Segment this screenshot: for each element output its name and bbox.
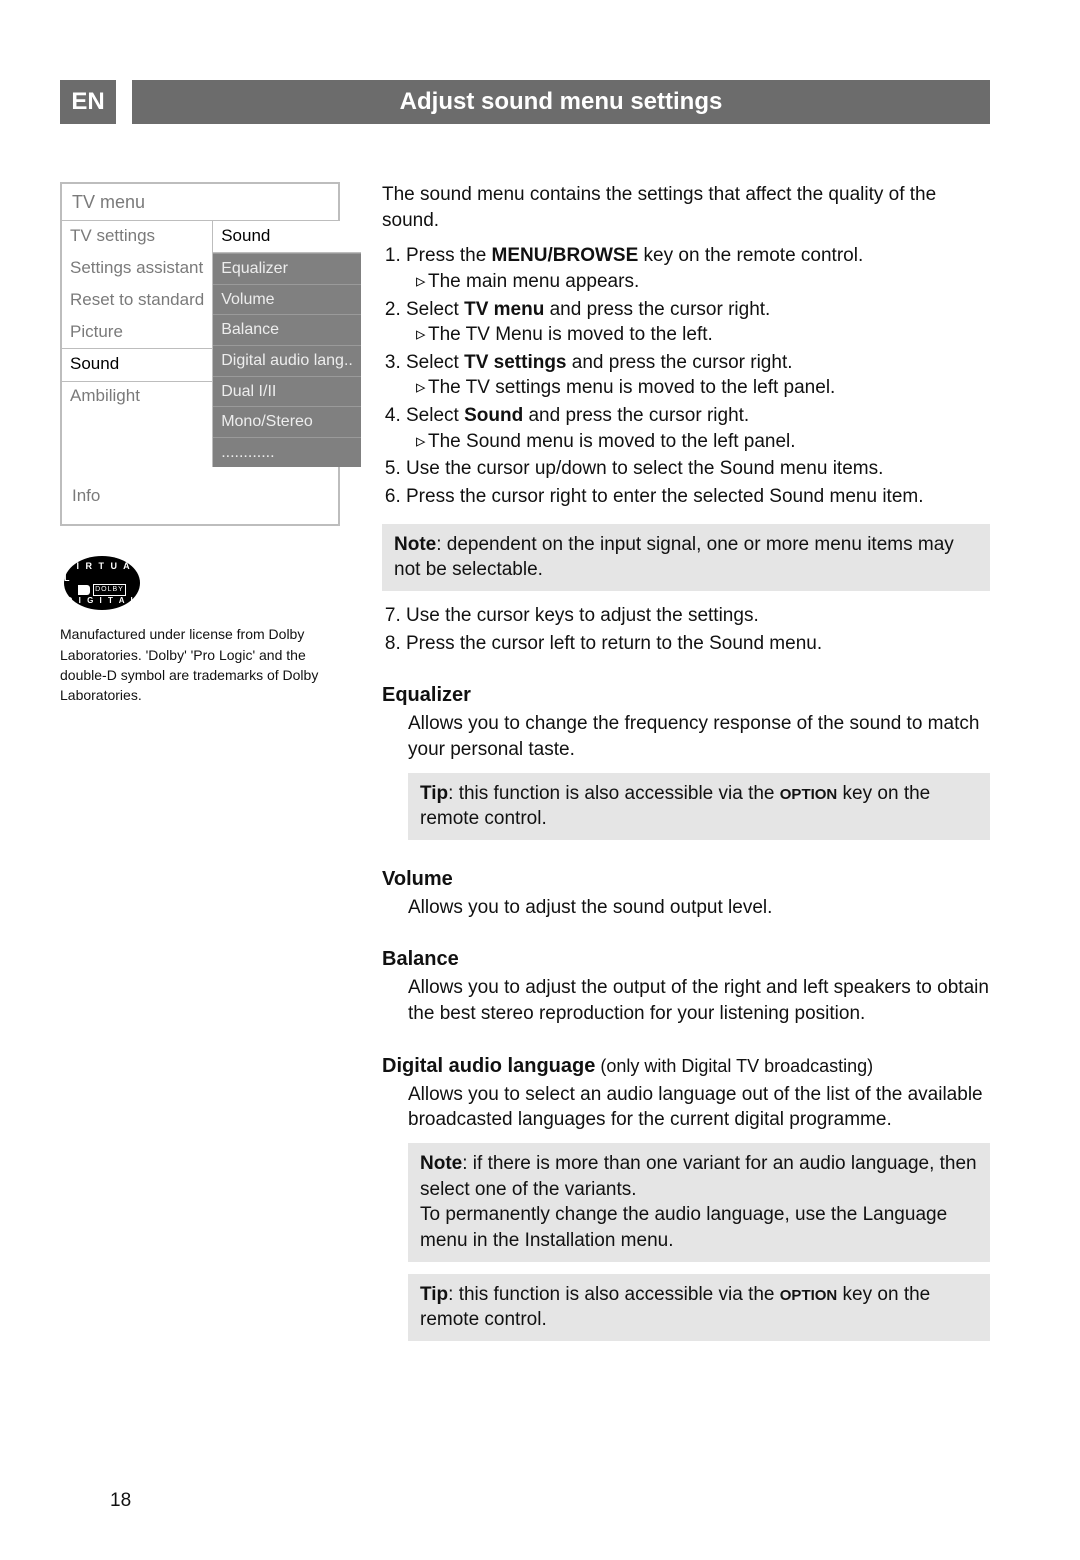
menu-right-item: Dual I/II (213, 376, 361, 407)
section-body: Allows you to adjust the output of the r… (408, 975, 990, 1026)
dolby-digital-text: D I G I T A L (67, 596, 138, 607)
menu-right-item: Balance (213, 314, 361, 345)
triangle-icon: ▹ (416, 429, 428, 455)
menu-right-item: ............ (213, 437, 361, 468)
tv-menu-left: TV settings Settings assistant Reset to … (62, 221, 213, 467)
menu-left-item: Picture (62, 317, 212, 349)
header-row: EN Adjust sound menu settings (60, 80, 990, 124)
menu-right-item: Mono/Stereo (213, 406, 361, 437)
step-result: ▹The TV Menu is moved to the left. (416, 322, 990, 348)
step: Select Sound and press the cursor right.… (406, 403, 990, 454)
page-number: 18 (110, 1488, 131, 1514)
step: Select TV menu and press the cursor righ… (406, 297, 990, 348)
menu-left-item: Settings assistant (62, 253, 212, 285)
tv-menu-right: Sound Equalizer Volume Balance Digital a… (213, 221, 361, 467)
left-column: TV menu TV settings Settings assistant R… (60, 182, 340, 1353)
section-heading-balance: Balance (382, 946, 990, 973)
menu-left-item: Ambilight (62, 381, 212, 413)
step: Press the MENU/BROWSE key on the remote … (406, 243, 990, 294)
menu-right-item: Equalizer (213, 253, 361, 284)
section-body: Allows you to select an audio language o… (408, 1082, 990, 1133)
triangle-icon: ▹ (416, 269, 428, 295)
section-balance: Balance Allows you to adjust the output … (408, 946, 990, 1026)
procedure-steps-continued: Use the cursor keys to adjust the settin… (382, 603, 990, 656)
body-columns: TV menu TV settings Settings assistant R… (60, 182, 990, 1353)
note-box: Note: if there is more than one variant … (408, 1143, 990, 1262)
manual-page: EN Adjust sound menu settings TV menu TV… (0, 0, 1080, 1560)
step-result: ▹The Sound menu is moved to the left pan… (416, 429, 990, 455)
tv-menu-footer: Info (62, 467, 338, 524)
menu-right-item: Digital audio lang.. (213, 345, 361, 376)
tv-menu-box: TV menu TV settings Settings assistant R… (60, 182, 340, 526)
tip-box: Tip: this function is also accessible vi… (408, 1274, 990, 1341)
language-badge: EN (60, 80, 116, 124)
tv-menu-title: TV menu (62, 184, 338, 221)
section-heading-qualifier: (only with Digital TV broadcasting) (595, 1056, 873, 1076)
step: Press the cursor left to return to the S… (406, 631, 990, 657)
section-digital-audio-language: Digital audio language (only with Digita… (408, 1053, 990, 1341)
dolby-row2: DOLBY (78, 584, 126, 595)
step-result: ▹The TV settings menu is moved to the le… (416, 375, 990, 401)
section-volume: Volume Allows you to adjust the sound ou… (408, 866, 990, 921)
tip-box: Tip: this function is also accessible vi… (408, 773, 990, 840)
step-result: ▹The main menu appears. (416, 269, 990, 295)
dolby-box-text: DOLBY (93, 584, 126, 595)
menu-left-item-selected: Sound (62, 349, 212, 381)
right-column: The sound menu contains the settings tha… (382, 182, 990, 1353)
dolby-logo-icon: V I R T U A L DOLBY D I G I T A L (64, 556, 140, 610)
tv-menu-body: TV settings Settings assistant Reset to … (62, 221, 338, 467)
triangle-icon: ▹ (416, 322, 428, 348)
menu-left-item: Reset to standard (62, 285, 212, 317)
note-box: Note: dependent on the input signal, one… (382, 524, 990, 591)
step: Press the cursor right to enter the sele… (406, 484, 990, 510)
step: Select TV settings and press the cursor … (406, 350, 990, 401)
page-title: Adjust sound menu settings (132, 80, 990, 124)
section-heading-dal: Digital audio language (only with Digita… (382, 1053, 990, 1080)
section-equalizer: Equalizer Allows you to change the frequ… (408, 682, 990, 840)
double-d-icon (78, 585, 90, 595)
section-body: Allows you to adjust the sound output le… (408, 895, 990, 921)
procedure-steps: Press the MENU/BROWSE key on the remote … (382, 243, 990, 509)
dolby-virtual-text: V I R T U A L (64, 560, 140, 584)
step: Use the cursor keys to adjust the settin… (406, 603, 990, 629)
menu-left-item: TV settings (62, 221, 212, 253)
triangle-icon: ▹ (416, 375, 428, 401)
section-body: Allows you to change the frequency respo… (408, 711, 990, 762)
menu-right-head: Sound (213, 221, 361, 253)
section-heading-equalizer: Equalizer (382, 682, 990, 709)
step: Use the cursor up/down to select the Sou… (406, 456, 990, 482)
dolby-license-note: Manufactured under license from Dolby La… (60, 624, 340, 705)
intro-text: The sound menu contains the settings tha… (382, 182, 990, 233)
section-heading-volume: Volume (382, 866, 990, 893)
menu-right-item: Volume (213, 284, 361, 315)
